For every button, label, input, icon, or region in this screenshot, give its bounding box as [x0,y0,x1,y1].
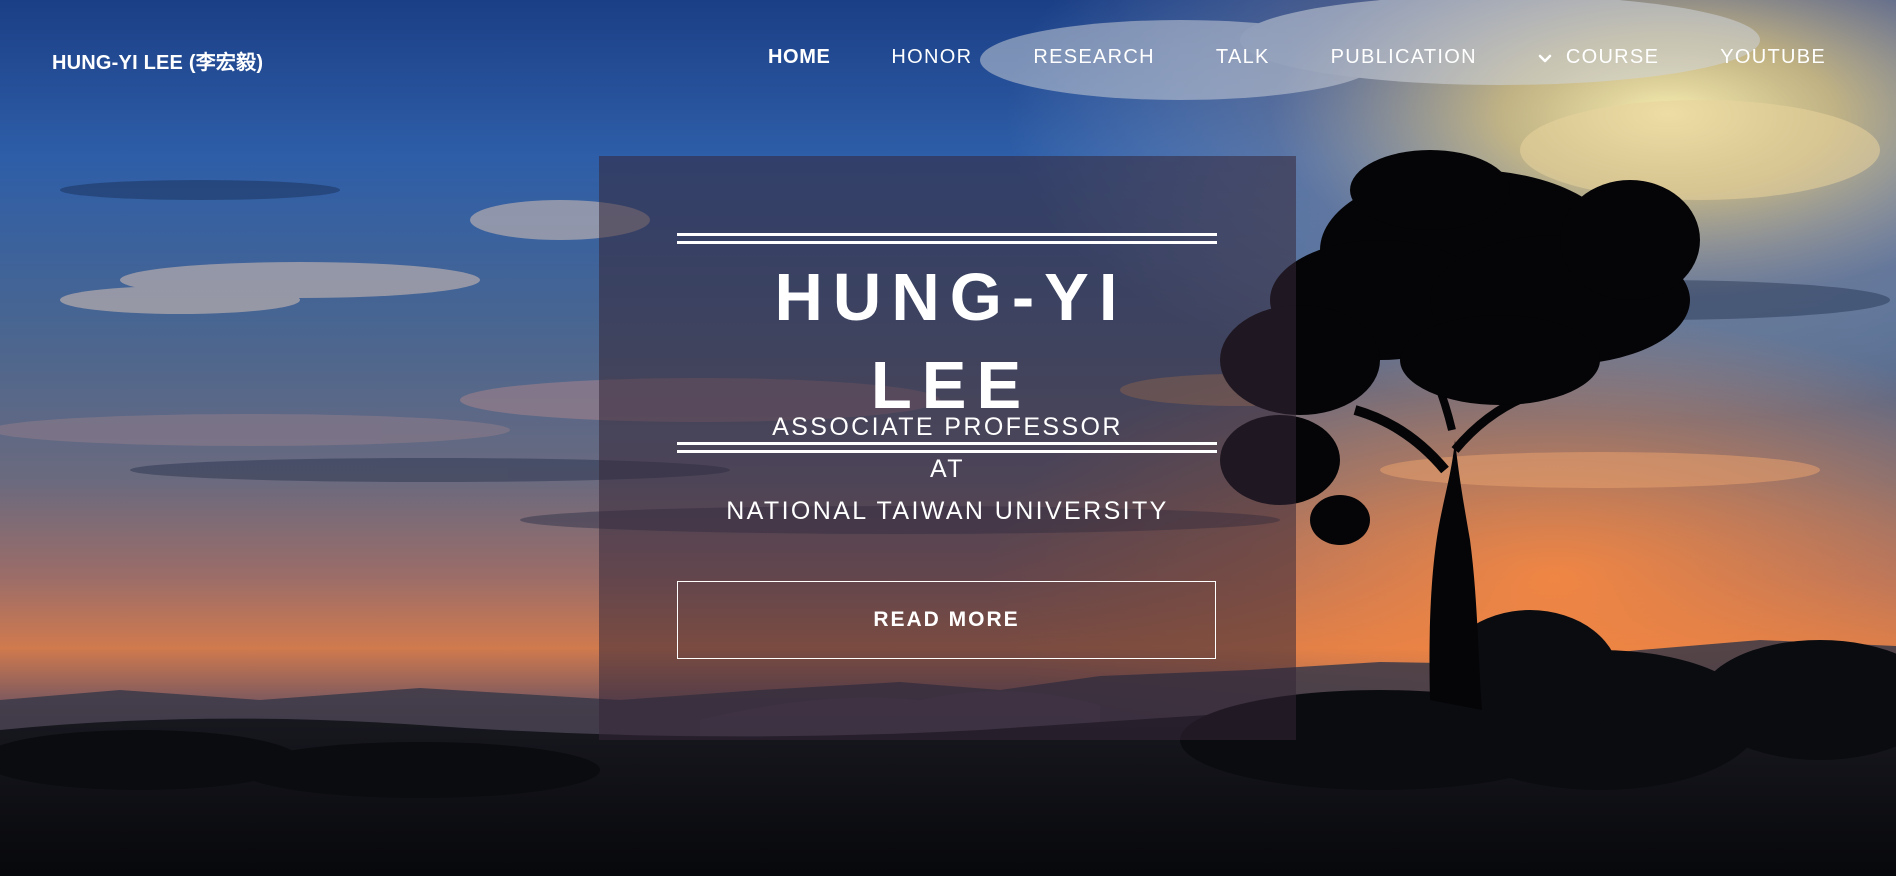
nav-research[interactable]: RESEARCH [1033,46,1155,69]
nav-course-label: COURSE [1565,46,1660,68]
title-top-rule [677,233,1217,236]
hero-section: HUNG-YI LEE (李宏毅) HOME HONOR RESEARCH TA… [0,0,1896,876]
subtitle-line: ASSOCIATE PROFESSOR [772,413,1123,441]
nav-menu: HOME HONOR RESEARCH TALK PUBLICATION COU… [707,46,1826,69]
page-title: HUNG-YI LEE [774,260,1128,423]
intro-panel: HUNG-YI LEE ASSOCIATE PROFESSOR AT NATIO… [599,156,1296,740]
nav-publication[interactable]: PUBLICATION [1331,46,1477,69]
nav-home[interactable]: HOME [768,46,830,69]
site-brand[interactable]: HUNG-YI LEE (李宏毅) [52,46,263,75]
subtitle-line: AT [930,455,965,483]
nav-honor[interactable]: HONOR [891,46,972,69]
chevron-down-icon [1538,49,1552,63]
nav-youtube[interactable]: YOUTUBE [1720,46,1826,69]
top-navbar: HUNG-YI LEE (李宏毅) HOME HONOR RESEARCH TA… [0,0,1896,120]
read-more-button[interactable]: READ MORE [677,581,1216,659]
subtitle: ASSOCIATE PROFESSOR AT NATIONAL TAIWAN U… [599,406,1296,532]
nav-talk[interactable]: TALK [1216,46,1270,69]
subtitle-line: NATIONAL TAIWAN UNIVERSITY [726,497,1169,525]
title-top-rule-2 [677,241,1217,244]
nav-course[interactable]: COURSE [1538,46,1659,69]
